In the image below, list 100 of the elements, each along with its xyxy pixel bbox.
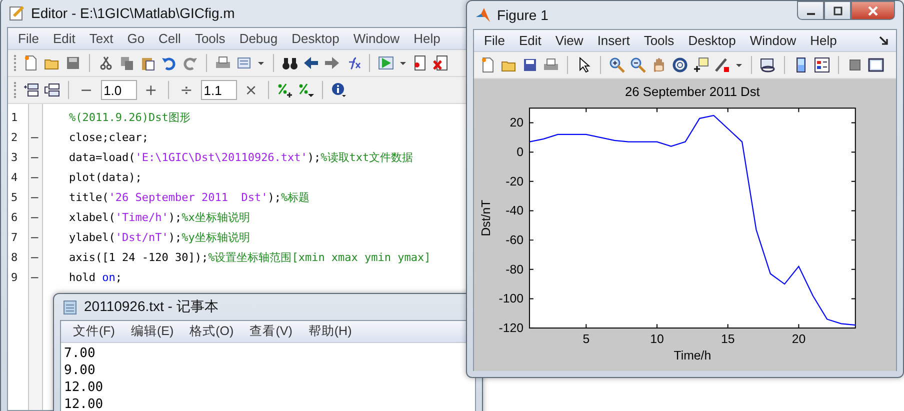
menu-item[interactable]: 编辑(E) — [122, 323, 182, 340]
menu-item[interactable]: Debug — [233, 31, 286, 46]
menu-item[interactable]: Tools — [188, 31, 234, 46]
menu-item[interactable]: 文件(F) — [65, 323, 123, 340]
menu-item[interactable]: View — [549, 33, 592, 48]
info-icon[interactable] — [331, 82, 348, 98]
close-button[interactable] — [851, 1, 895, 20]
text-line: 12.00 — [64, 396, 104, 411]
tick-label: -120 — [498, 321, 524, 335]
cut-icon[interactable] — [98, 55, 114, 71]
menu-item[interactable]: Edit — [46, 31, 84, 46]
square-icon[interactable] — [847, 57, 863, 73]
undo-icon[interactable] — [161, 55, 177, 71]
menu-item[interactable]: Desktop — [286, 31, 348, 46]
menu-item[interactable]: 格式(O) — [182, 323, 242, 340]
tick-label: -60 — [506, 233, 524, 248]
line-number: 2 — [11, 130, 19, 144]
menu-item[interactable]: Edit — [512, 33, 550, 48]
breakpoint-marker[interactable]: – — [31, 130, 38, 144]
new-file-icon[interactable] — [480, 57, 496, 73]
menu-item[interactable]: Window — [744, 33, 804, 48]
decrement-button[interactable]: − — [77, 81, 96, 99]
tick-label: 15 — [720, 332, 735, 346]
percent-plus-icon[interactable] — [277, 82, 294, 98]
menu-item[interactable]: Insert — [591, 33, 638, 48]
minimize-button[interactable] — [797, 1, 824, 20]
back-arrow-icon[interactable] — [303, 55, 319, 71]
dock-arrow-icon[interactable] — [879, 36, 888, 45]
line-number: 3 — [11, 150, 19, 164]
code-line: xlabel('Time/h');%x坐标轴说明 — [69, 210, 250, 224]
divide-button[interactable]: ÷ — [177, 81, 196, 99]
window-title: Figure 1 — [497, 7, 548, 23]
hand-icon[interactable] — [651, 57, 667, 73]
factor-field[interactable]: 1.1 — [200, 80, 237, 100]
line-number: 9 — [11, 270, 19, 284]
link-icon[interactable] — [760, 57, 776, 73]
percent-caret-icon[interactable] — [298, 82, 314, 98]
save-icon[interactable] — [65, 55, 81, 71]
pencil-document-icon — [9, 5, 25, 21]
menu-item[interactable]: Cell — [152, 31, 189, 46]
tick-label: -40 — [506, 204, 524, 218]
menu-item[interactable]: 帮助(H) — [300, 323, 360, 340]
code-line: %(2011.9.26)Dst图形 — [69, 110, 190, 124]
paste-icon[interactable] — [140, 55, 156, 71]
maximize-icon — [832, 6, 842, 16]
step-field[interactable]: 1.0 — [100, 80, 137, 100]
breakpoint-marker[interactable]: – — [31, 270, 38, 284]
forward-arrow-icon[interactable] — [324, 55, 340, 71]
chart-title: 26 September 2011 Dst — [625, 84, 760, 100]
insert-cell-icon[interactable] — [23, 82, 39, 98]
menu-item[interactable]: Help — [804, 33, 845, 48]
menu-item[interactable]: File — [478, 33, 513, 48]
breakpoint-marker[interactable]: – — [31, 190, 38, 204]
menu-item[interactable]: Go — [121, 31, 153, 46]
data-cursor-icon[interactable] — [693, 57, 709, 73]
maximize-button[interactable] — [824, 1, 851, 20]
zoom-in-icon[interactable] — [609, 57, 625, 73]
tick-label: -20 — [506, 174, 524, 188]
plot-window-icon[interactable] — [868, 57, 884, 73]
breakpoint-marker[interactable]: – — [31, 210, 38, 224]
line-number: 4 — [11, 170, 19, 184]
breakpoint-marker[interactable]: – — [31, 150, 38, 164]
increment-button[interactable]: + — [142, 81, 160, 99]
print-icon[interactable] — [215, 55, 231, 71]
rotate-icon[interactable] — [672, 57, 688, 73]
brush-icon[interactable] — [714, 57, 730, 73]
breakpoint-marker[interactable]: – — [31, 170, 38, 184]
print-icon[interactable] — [543, 57, 559, 73]
menu-item[interactable]: Desktop — [682, 33, 744, 48]
new-file-icon[interactable] — [23, 55, 39, 71]
text-line: 7.00 — [64, 345, 96, 362]
document-cross-icon[interactable] — [433, 55, 449, 71]
redo-icon[interactable] — [182, 55, 198, 71]
cell-icon[interactable] — [44, 82, 60, 98]
tick-label: -80 — [506, 262, 524, 276]
breakpoint-marker[interactable]: – — [31, 230, 38, 244]
menu-item[interactable]: Help — [408, 31, 448, 46]
menu-item[interactable]: 查看(V) — [242, 323, 300, 340]
zoom-out-icon[interactable] — [630, 57, 646, 73]
line-number: 6 — [11, 210, 19, 224]
page-icon[interactable] — [236, 55, 252, 71]
menu-item[interactable]: File — [12, 31, 47, 46]
tick-label: 20 — [510, 116, 524, 130]
breakpoint-marker[interactable]: – — [31, 250, 38, 264]
code-line: title('26 September 2011 Dst');%标题 — [69, 190, 310, 204]
menu-item[interactable]: Text — [83, 31, 122, 46]
menu-item[interactable]: Tools — [638, 33, 682, 48]
code-line: plot(data); — [69, 170, 142, 184]
menu-item[interactable]: Window — [347, 31, 408, 46]
run-icon[interactable] — [378, 55, 394, 71]
save-icon[interactable] — [522, 57, 538, 73]
notepad-icon — [62, 299, 78, 315]
binoculars-icon[interactable] — [282, 55, 298, 71]
legend-icon[interactable] — [814, 57, 830, 73]
text-line: 12.00 — [64, 379, 104, 396]
multiply-button[interactable]: × — [242, 81, 260, 99]
line-number: 8 — [11, 250, 19, 264]
copy-icon[interactable] — [119, 55, 135, 71]
text-line: 9.00 — [64, 362, 96, 379]
minimize-icon — [806, 12, 814, 14]
